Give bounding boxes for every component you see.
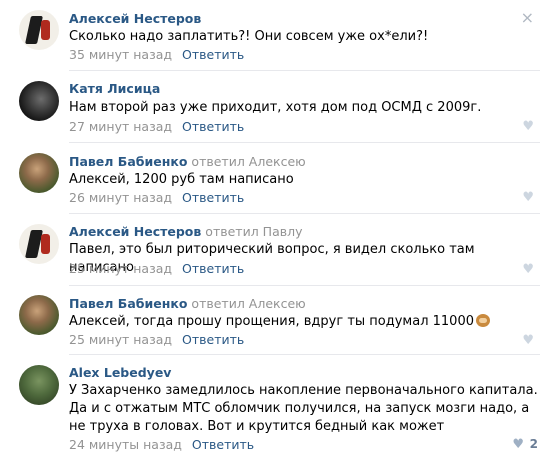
comment-meta: 25 минут назад Ответить [69,332,244,347]
reply-to-link[interactable]: Павлу [263,224,303,239]
author-link[interactable]: Катя Лисица [69,81,160,96]
comment-time[interactable]: 27 минут назад [69,119,172,134]
comment-text: Нам второй раз уже приходит, хотя дом по… [69,100,482,115]
comment-meta: 25 минут назад Ответить [69,261,244,276]
replied-label: ответил [191,154,245,169]
comment-header: Катя Лисица [69,81,160,96]
avatar[interactable] [19,81,59,121]
close-icon[interactable]: × [521,8,534,27]
comment-item: Павел Бабиенко ответил Алексею Алексей, … [0,143,556,213]
comment-text: Сколько надо заплатить?! Они совсем уже … [69,29,429,44]
comment-time[interactable]: 26 минут назад [69,190,172,205]
like-count: 2 [529,437,538,451]
comment-item: Павел Бабиенко ответил Алексею Алексей, … [0,286,556,354]
author-link[interactable]: Павел Бабиенко [69,296,187,311]
reply-link[interactable]: Ответить [192,437,254,452]
comment-time[interactable]: 35 минут назад [69,47,172,62]
comment-meta: 35 минут назад Ответить [69,47,244,62]
author-link[interactable]: Алексей Нестеров [69,11,201,26]
avatar[interactable] [19,224,59,264]
heart-icon[interactable]: ♥ [522,333,534,348]
comment-text-content: Алексей, тогда прошу прощения, вдруг ты … [69,314,474,329]
comment-header: Павел Бабиенко ответил Алексею [69,154,306,169]
heart-icon[interactable]: ♥ [512,437,524,452]
comment-meta: 26 минут назад Ответить [69,190,244,205]
author-link[interactable]: Павел Бабиенко [69,154,187,169]
reply-to-link[interactable]: Алексею [249,296,306,311]
avatar[interactable] [19,365,59,405]
reply-link[interactable]: Ответить [182,47,244,62]
comment-header: Алексей Нестеров ответил Павлу [69,224,303,239]
comment-text: Алексей, 1200 руб там написано [69,172,294,187]
reply-to-link[interactable]: Алексею [249,154,306,169]
comment-item: Alex Lebedyev У Захарченко замедлилось н… [0,355,556,460]
reply-link[interactable]: Ответить [182,261,244,276]
comments-feed: Алексей Нестеров Сколько надо заплатить?… [0,0,556,460]
comment-time[interactable]: 25 минут назад [69,332,172,347]
comment-item: Катя Лисица Нам второй раз уже приходит,… [0,71,556,141]
heart-icon[interactable]: ♥ [522,119,534,134]
author-link[interactable]: Алексей Нестеров [69,224,201,239]
replied-label: ответил [191,296,245,311]
heart-icon[interactable]: ♥ [522,262,534,277]
comment-text: У Захарченко замедлилось накопление перв… [69,383,538,434]
comment-time[interactable]: 25 минут назад [69,261,172,276]
author-link[interactable]: Alex Lebedyev [69,365,171,380]
replied-label: ответил [205,224,259,239]
avatar[interactable] [19,295,59,335]
reply-link[interactable]: Ответить [182,190,244,205]
reply-link[interactable]: Ответить [182,332,244,347]
comment-meta: 27 минут назад Ответить [69,119,244,134]
reply-link[interactable]: Ответить [182,119,244,134]
comment-header: Alex Lebedyev [69,365,171,380]
comment-header: Алексей Нестеров [69,11,201,26]
comment-text: Алексей, тогда прошу прощения, вдруг ты … [69,313,539,331]
comment-header: Павел Бабиенко ответил Алексею [69,296,306,311]
comment-meta: 24 минуты назад Ответить [69,437,254,452]
comment-item: Алексей Нестеров ответил Павлу Павел, эт… [0,214,556,286]
avatar[interactable] [19,10,59,50]
monkey-emoji-icon [476,314,490,327]
comment-time[interactable]: 24 минуты назад [69,437,182,452]
comment-item: Алексей Нестеров Сколько надо заплатить?… [0,0,556,70]
avatar[interactable] [19,153,59,193]
heart-icon[interactable]: ♥ [522,190,534,205]
